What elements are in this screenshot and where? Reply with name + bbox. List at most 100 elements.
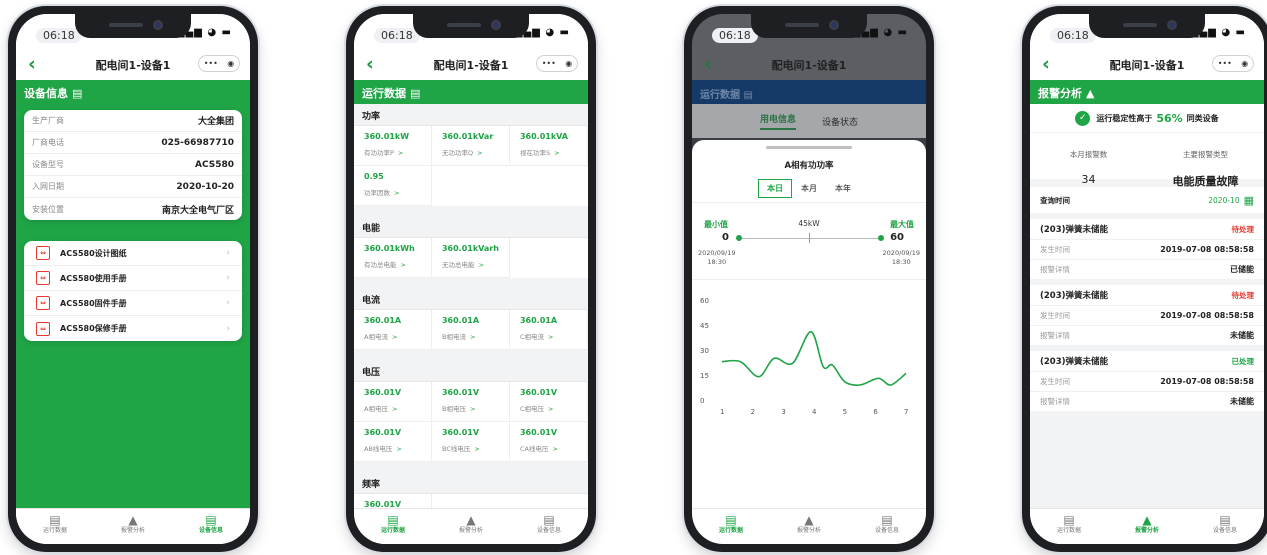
- sheet-title: A相有功功率: [784, 161, 834, 171]
- metric-value: 360.01V: [519, 428, 558, 437]
- status-time: 06:18: [374, 28, 420, 43]
- mini-program-capsule[interactable]: ••• ◉: [198, 55, 240, 72]
- tab-run-data[interactable]: ▤ 运行数据: [354, 509, 432, 544]
- metric-cell[interactable]: 0.95 功率因数 >: [354, 166, 432, 206]
- alarm-icon: ▲: [128, 513, 138, 527]
- metric-value: 360.01V: [364, 388, 402, 397]
- metric-label-row: CA线电压 >: [520, 443, 583, 453]
- metric-cell[interactable]: 360.01V CA线电压 >: [509, 422, 588, 462]
- power-line-chart: 0153045601 2 3 4 5 6 7: [700, 297, 908, 416]
- tab-label: 设备信息: [874, 527, 899, 534]
- metric-grid: 360.01A A相电流 >360.01A B相电流 >360.01A C相电流 >: [354, 310, 588, 350]
- min-time: 18:30: [707, 258, 727, 266]
- alarm-time-row: 发生时间 2019-07-08 08:58:58: [1030, 239, 1264, 259]
- metric-label: 无功总电能: [441, 261, 475, 269]
- tab-bar: ▤ 运行数据 ▲ 报警分析 ▤ 设备信息: [1030, 508, 1264, 544]
- metric-value: 360.01V: [364, 428, 402, 437]
- stat-month-count: 本月报警数 34: [1030, 133, 1147, 186]
- doc-item[interactable]: ⇔ ACS580保修手册 ›: [24, 316, 242, 341]
- alarm-title: (203)弹簧未储能: [1040, 291, 1109, 301]
- chevron-right-icon: >: [391, 405, 398, 413]
- doc-item[interactable]: ⇔ ACS580使用手册 ›: [24, 266, 242, 291]
- drag-handle[interactable]: [766, 146, 852, 149]
- section-separator: [354, 350, 588, 360]
- section-title: 运行数据: [700, 90, 740, 101]
- close-circle-icon[interactable]: ◉: [1241, 59, 1248, 68]
- tab-device-info[interactable]: ▤ 设备信息: [172, 509, 250, 544]
- tab-power-info[interactable]: 用电信息: [759, 112, 796, 130]
- metric-label-row: C相电压 >: [520, 403, 583, 413]
- nav-bar: ‹ 配电间1-设备1 ••• ◉: [1030, 48, 1264, 80]
- monitor-icon: ▤: [387, 513, 399, 527]
- metric-cell[interactable]: 360.01kW 有功功率P >: [354, 126, 432, 166]
- metric-cell[interactable]: 360.01V BC线电压 >: [431, 422, 510, 462]
- doc-label: ACS580设计图纸: [60, 248, 127, 258]
- doc-item[interactable]: ⇔ ACS580设计图纸 ›: [24, 241, 242, 266]
- metric-cell[interactable]: 360.01kWh 有功总电能 >: [354, 238, 432, 278]
- metric-cell[interactable]: 360.01A C相电流 >: [509, 310, 588, 350]
- tab-device-status[interactable]: 设备状态: [822, 115, 858, 128]
- tab-alarm[interactable]: ▲ 报警分析: [94, 509, 172, 544]
- period-year[interactable]: 本年: [826, 179, 860, 198]
- more-icon[interactable]: •••: [204, 59, 218, 68]
- chevron-right-icon: >: [394, 189, 400, 197]
- mini-program-capsule[interactable]: ••• ◉: [1212, 55, 1254, 72]
- run-data-list: 功率 360.01kW 有功功率P >360.01kVar 无功功率Q >360.01kV…: [354, 104, 588, 508]
- metric-value: 360.01A: [364, 316, 402, 325]
- tab-device-info[interactable]: ▤ 设备信息: [510, 509, 588, 544]
- close-circle-icon[interactable]: ◉: [227, 59, 234, 68]
- calendar-icon[interactable]: ▦: [1244, 194, 1254, 207]
- tab-alarm[interactable]: ▲ 报警分析: [1108, 509, 1186, 544]
- more-icon[interactable]: •••: [1218, 59, 1232, 68]
- tab-alarm[interactable]: ▲ 报警分析: [770, 509, 848, 544]
- tab-run-data[interactable]: ▤ 运行数据: [692, 509, 770, 544]
- pdf-icon: ⇔: [36, 246, 50, 260]
- close-circle-icon[interactable]: ◉: [565, 59, 572, 68]
- alarm-icon: ▲: [1142, 513, 1152, 527]
- metric-cell[interactable]: 360.01V频率>: [354, 494, 432, 508]
- query-value[interactable]: 2020-10: [1208, 196, 1239, 205]
- alarm-card[interactable]: (203)弹簧未储能 待处理 发生时间 2019-07-08 08:58:58 报警详情…: [1030, 285, 1264, 345]
- section-header: 运行数据 ▤: [354, 80, 588, 104]
- nav-bar: ‹ 配电间1-设备1: [692, 48, 926, 80]
- notch: [413, 14, 529, 38]
- alarm-card[interactable]: (203)弹簧未储能 待处理 发生时间 2019-07-08 08:58:58 报警详情…: [1030, 219, 1264, 279]
- metric-cell[interactable]: 360.01V A相电压 >: [354, 382, 432, 422]
- metric-cell[interactable]: 360.01kVar 无功功率Q >: [431, 126, 510, 166]
- metric-value: 360.01V: [441, 428, 480, 437]
- tab-run-data[interactable]: ▤ 运行数据: [16, 509, 94, 544]
- tab-alarm[interactable]: ▲ 报警分析: [432, 509, 510, 544]
- alarm-time-row: 发生时间 2019-07-08 08:58:58: [1030, 305, 1264, 325]
- alarm-detail: 已储能: [1230, 265, 1254, 274]
- tab-label: 运行数据: [42, 527, 67, 534]
- metric-cell[interactable]: 360.01V AB线电压 >: [354, 422, 432, 462]
- nav-bar: ‹ 配电间1-设备1 ••• ◉: [16, 48, 250, 80]
- doc-item[interactable]: ⇔ ACS580固件手册 ›: [24, 291, 242, 316]
- period-day[interactable]: 本日: [758, 179, 792, 198]
- list-icon: ▤: [543, 513, 555, 527]
- more-icon[interactable]: •••: [542, 59, 556, 68]
- tab-device-info[interactable]: ▤ 设备信息: [1186, 509, 1264, 544]
- tab-run-data[interactable]: ▤ 运行数据: [1030, 509, 1108, 544]
- chevron-right-icon: >: [397, 149, 404, 157]
- metric-cell[interactable]: 360.01kVA 视在功率S >: [509, 126, 588, 166]
- tab-label: 报警分析: [120, 527, 145, 534]
- query-time-picker[interactable]: 查询时间 2020-10 ▦: [1030, 187, 1264, 213]
- metric-cell[interactable]: 360.01kVarh 无功总电能 >: [431, 238, 510, 278]
- metric-label: 视在功率S: [519, 149, 551, 157]
- metric-cell[interactable]: 360.01A B相电流 >: [431, 310, 510, 350]
- metric-label: 有功功率P: [364, 149, 394, 157]
- metric-cell[interactable]: 360.01A A相电流 >: [354, 310, 432, 350]
- power-series-line: [721, 330, 907, 386]
- metric-cell[interactable]: 360.01V C相电压 >: [509, 382, 588, 422]
- info-value: 南京大全电气厂区: [161, 205, 234, 216]
- mini-program-capsule[interactable]: ••• ◉: [536, 55, 578, 72]
- alarm-card[interactable]: (203)弹簧未储能 已处理 发生时间 2019-07-08 08:58:58 报警详情…: [1030, 351, 1264, 411]
- period-month[interactable]: 本月: [792, 179, 826, 198]
- alarm-time-label: 发生时间: [1040, 311, 1070, 320]
- metric-cell[interactable]: 360.01V B相电压 >: [431, 382, 510, 422]
- metric-grid: 360.01V频率>: [354, 494, 588, 508]
- tab-device-info[interactable]: ▤ 设备信息: [848, 509, 926, 544]
- range-line: [738, 238, 882, 239]
- alarm-detail-row: 报警详情 已储能: [1030, 259, 1264, 279]
